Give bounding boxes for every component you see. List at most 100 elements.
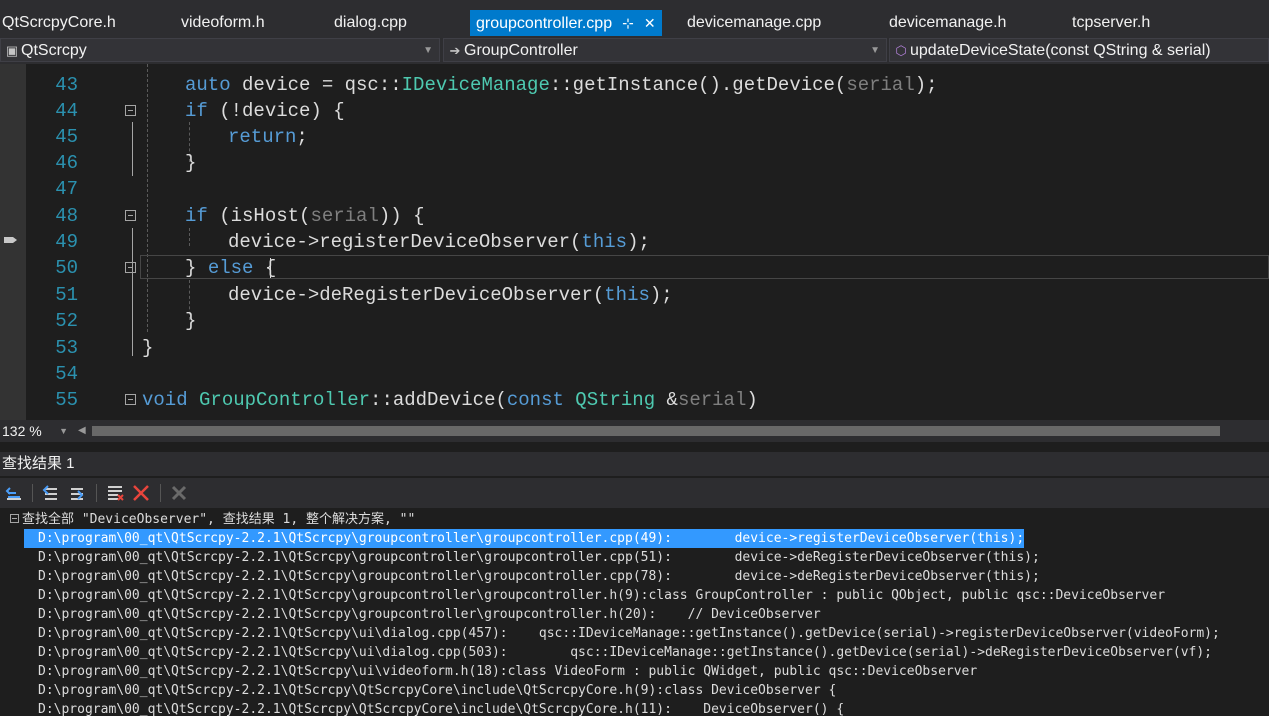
clear-results-icon[interactable] xyxy=(104,483,126,503)
toolbar-separator xyxy=(96,484,97,502)
tab-label: QtScrcpyCore.h xyxy=(2,14,116,31)
stop-search-icon[interactable] xyxy=(168,483,190,503)
collapse-icon[interactable] xyxy=(10,514,19,523)
code-token: auto xyxy=(185,74,231,96)
code-token: } xyxy=(185,310,197,332)
collapse-icon[interactable] xyxy=(125,210,136,221)
results-group-header[interactable]: 查找全部 "DeviceObserver", 查找结果 1, 整个解决方案, "… xyxy=(10,510,415,529)
code-token: device->deRegisterDeviceObserver( xyxy=(228,284,605,306)
tab-label: devicemanage.cpp xyxy=(687,14,822,31)
result-item[interactable]: D:\program\00_qt\QtScrcpy-2.2.1\QtScrcpy… xyxy=(24,624,1220,643)
line-number: 51 xyxy=(55,284,78,306)
line-number: 44 xyxy=(55,100,78,122)
class-dropdown[interactable]: ➔ GroupController ▼ xyxy=(443,38,887,62)
find-results-title: 查找结果 1 xyxy=(0,452,1269,476)
code-token: void xyxy=(142,389,188,411)
editor-status-strip: 132 % ▼ ◀ xyxy=(0,420,1269,442)
code-token: serial xyxy=(677,389,747,411)
code-line: 50 } else { xyxy=(0,255,1269,281)
find-results-toolbar xyxy=(0,478,1269,508)
tab-videoform-h[interactable]: videoform.h xyxy=(181,10,265,36)
result-item[interactable]: D:\program\00_qt\QtScrcpy-2.2.1\QtScrcpy… xyxy=(24,643,1212,662)
find-results-list[interactable]: 查找全部 "DeviceObserver", 查找结果 1, 整个解决方案, "… xyxy=(0,508,1269,716)
method-cube-icon: ⬡ xyxy=(895,43,907,58)
code-token: QString xyxy=(575,389,656,411)
close-icon[interactable]: ✕ xyxy=(644,10,656,36)
previous-result-icon[interactable] xyxy=(40,483,62,503)
line-number: 47 xyxy=(55,178,78,200)
code-token: GroupController xyxy=(199,389,371,411)
code-token: ::addDevice( xyxy=(370,389,507,411)
result-item[interactable]: D:\program\00_qt\QtScrcpy-2.2.1\QtScrcpy… xyxy=(24,586,1165,605)
pin-icon[interactable]: ⊹ xyxy=(622,10,634,36)
tab-label: dialog.cpp xyxy=(334,14,407,31)
tab-dialog-cpp[interactable]: dialog.cpp xyxy=(334,10,407,36)
result-item-selected[interactable]: D:\program\00_qt\QtScrcpy-2.2.1\QtScrcpy… xyxy=(24,529,1025,548)
zoom-dropdown[interactable]: 132 % ▼ xyxy=(0,420,72,442)
code-token: )) { xyxy=(378,205,425,227)
chevron-down-icon: ▼ xyxy=(59,426,68,436)
line-number: 48 xyxy=(55,205,78,227)
tab-devicemanage-h[interactable]: devicemanage.h xyxy=(889,10,1006,36)
result-item[interactable]: D:\program\00_qt\QtScrcpy-2.2.1\QtScrcpy… xyxy=(24,700,844,716)
project-icon: ▣ xyxy=(5,43,19,58)
tab-tcpserver-h[interactable]: tcpserver.h xyxy=(1072,10,1150,36)
tab-label: tcpserver.h xyxy=(1072,14,1151,31)
tab-groupcontroller-cpp[interactable]: groupcontroller.cpp ⊹ ✕ xyxy=(470,10,662,36)
code-token: & xyxy=(655,389,678,411)
tab-label: groupcontroller.cpp xyxy=(476,15,613,32)
code-line: 52 } xyxy=(0,308,1269,334)
code-token: IDeviceManage xyxy=(401,74,550,96)
line-number: 54 xyxy=(55,363,78,385)
code-line: 48 if (isHost(serial)) { xyxy=(0,203,1269,229)
result-item[interactable]: D:\program\00_qt\QtScrcpy-2.2.1\QtScrcpy… xyxy=(24,662,977,681)
line-number: 46 xyxy=(55,152,78,174)
result-item[interactable]: D:\program\00_qt\QtScrcpy-2.2.1\QtScrcpy… xyxy=(24,681,836,700)
code-line: 55 void GroupController::addDevice(const… xyxy=(0,387,1269,413)
toolbar-separator xyxy=(160,484,161,502)
close-x-icon[interactable] xyxy=(130,483,152,503)
tab-qtscrcpycore-h[interactable]: QtScrcpyCore.h xyxy=(2,10,116,36)
code-token: this xyxy=(581,231,628,253)
arrow-right-icon: ➔ xyxy=(449,43,461,58)
result-item[interactable]: D:\program\00_qt\QtScrcpy-2.2.1\QtScrcpy… xyxy=(24,605,821,624)
line-number: 49 xyxy=(55,231,78,253)
member-dropdown[interactable]: ⬡ updateDeviceState(const QString & seria… xyxy=(889,38,1269,62)
next-result-icon[interactable] xyxy=(66,483,88,503)
code-token: serial xyxy=(310,205,379,227)
tab-label: videoform.h xyxy=(181,14,265,31)
result-item[interactable]: D:\program\00_qt\QtScrcpy-2.2.1\QtScrcpy… xyxy=(24,548,1040,567)
code-line: 45 return; xyxy=(0,124,1269,150)
code-line: 53 } xyxy=(0,335,1269,361)
code-line: 51 device->deRegisterDeviceObserver(this… xyxy=(0,282,1269,308)
chevron-down-icon: ▼ xyxy=(423,45,433,56)
line-number: 55 xyxy=(55,389,78,411)
line-number: 50 xyxy=(55,257,78,279)
class-label: GroupController xyxy=(464,42,578,59)
collapse-icon[interactable] xyxy=(125,105,136,116)
code-token: device->registerDeviceObserver( xyxy=(228,231,582,253)
code-editor[interactable]: 43 auto device = qsc::IDeviceManage::get… xyxy=(0,64,1269,420)
collapse-icon[interactable] xyxy=(125,394,136,405)
code-token: } xyxy=(185,152,197,174)
toolbar-separator xyxy=(32,484,33,502)
code-token: device = qsc:: xyxy=(230,74,402,96)
line-number: 52 xyxy=(55,310,78,332)
scroll-left-icon[interactable]: ◀ xyxy=(78,425,86,436)
code-token: else xyxy=(207,257,254,279)
horizontal-scrollbar-thumb[interactable] xyxy=(92,426,1220,436)
go-to-location-icon[interactable] xyxy=(4,483,26,503)
code-token: ); xyxy=(914,74,938,96)
code-token: ) xyxy=(746,389,758,411)
code-token: serial xyxy=(846,74,915,96)
collapse-icon[interactable] xyxy=(125,262,136,273)
tab-devicemanage-cpp[interactable]: devicemanage.cpp xyxy=(687,10,821,36)
member-label: updateDeviceState(const QString & serial… xyxy=(910,42,1211,59)
code-token: if xyxy=(185,205,208,227)
result-item[interactable]: D:\program\00_qt\QtScrcpy-2.2.1\QtScrcpy… xyxy=(24,567,1040,586)
code-line: 54 xyxy=(0,361,1269,387)
chevron-down-icon: ▼ xyxy=(870,45,880,56)
project-dropdown[interactable]: ▣ QtScrcpy ▼ xyxy=(0,38,440,62)
code-token: const xyxy=(506,389,564,411)
navigation-bar: ▣ QtScrcpy ▼ ➔ GroupController ▼ ⬡ updateDe… xyxy=(0,36,1269,65)
